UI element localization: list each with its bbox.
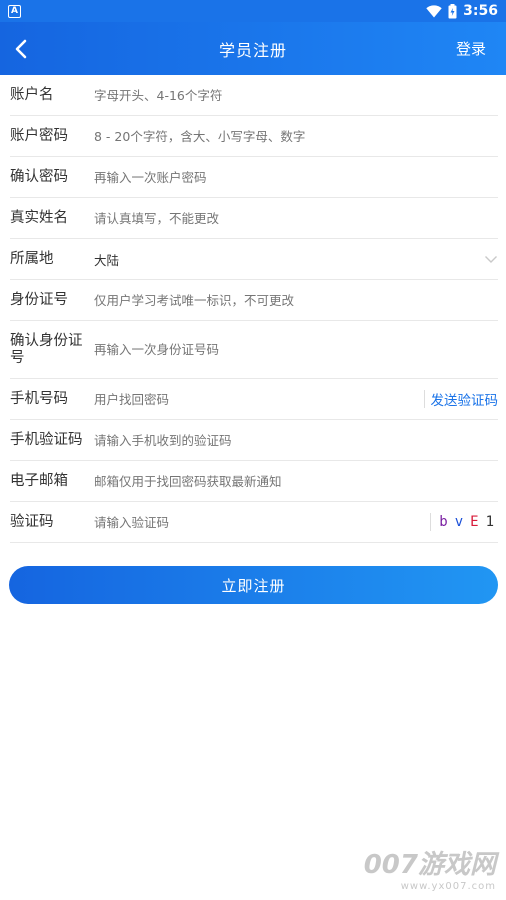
watermark-main: 007游戏网 [363,850,496,880]
email-input[interactable] [94,473,498,489]
phone-label: 手机号码 [10,390,68,407]
battery-icon [448,3,457,19]
captcha-char: 1 [485,514,494,530]
id-number-input[interactable] [94,292,498,308]
form-row-confirm-id-number: 确认身份证号 [10,321,498,379]
watermark-logo: 007游戏网 www.yx007.com [364,844,496,892]
confirm-password-input[interactable] [94,169,498,185]
password-label: 账户密码 [10,127,68,144]
register-submit-button[interactable]: 立即注册 [9,566,498,604]
email-label: 电子邮箱 [10,472,68,489]
app-bar: 学员注册 登录 [0,22,506,75]
sms-code-input[interactable] [94,432,498,448]
account-name-input[interactable] [94,87,498,103]
form-row-sms-code: 手机验证码 [10,420,498,461]
form-row-region[interactable]: 所属地 大陆 [10,239,498,280]
captcha-char: v [454,514,464,530]
form-row-phone: 手机号码 发送验证码 [10,379,498,420]
notification-icon: A [8,4,21,18]
sms-code-label: 手机验证码 [10,431,83,448]
form-row-password: 账户密码 [10,116,498,157]
real-name-input[interactable] [94,210,498,226]
form-row-id-number: 身份证号 [10,280,498,321]
confirm-password-label: 确认密码 [10,168,68,185]
back-button[interactable] [14,22,54,75]
watermark-url: www.yx007.com [400,881,496,892]
form-row-account-name: 账户名 [10,75,498,116]
region-label: 所属地 [10,250,54,267]
region-select-value[interactable]: 大陆 [94,250,498,269]
account-name-label: 账户名 [10,86,54,103]
captcha-char: E [470,514,479,530]
id-number-label: 身份证号 [10,291,68,308]
captcha-label: 验证码 [10,513,54,530]
captcha-char: b [439,514,448,530]
confirm-id-number-label: 确认身份证号 [10,332,83,366]
chevron-left-icon [15,39,27,58]
password-input[interactable] [94,128,498,144]
status-bar: A 3:56 [0,0,506,22]
form-row-email: 电子邮箱 [10,461,498,502]
form-row-captcha: 验证码 b v E 1 [10,502,498,543]
confirm-id-number-input[interactable] [94,342,498,357]
login-button[interactable]: 登录 [456,22,486,75]
form-row-confirm-password: 确认密码 [10,157,498,198]
page-title: 学员注册 [218,40,287,60]
form-row-real-name: 真实姓名 [10,198,498,239]
registration-form: 账户名 账户密码 确认密码 真实姓名 所属地 大陆 身份证号 确认身份证号 手机… [0,75,506,543]
chevron-down-icon[interactable] [484,255,498,264]
send-code-button[interactable]: 发送验证码 [423,390,498,409]
wifi-icon [426,4,442,18]
real-name-label: 真实姓名 [10,209,68,226]
captcha-image[interactable]: b v E 1 [430,513,494,531]
status-clock: 3:56 [463,3,498,19]
